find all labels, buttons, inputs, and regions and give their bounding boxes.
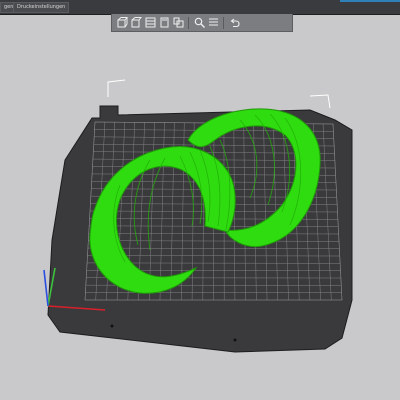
- undo-button[interactable]: [228, 17, 240, 29]
- undo-arrow-icon: [230, 18, 240, 28]
- main-toolbar: [111, 14, 293, 32]
- layers-icon: [208, 18, 218, 26]
- 3d-viewport[interactable]: [0, 0, 400, 400]
- magnifier-icon: [194, 17, 205, 28]
- copy-button[interactable]: [158, 17, 170, 29]
- arrange-button[interactable]: [144, 17, 156, 29]
- layers-button[interactable]: [207, 17, 219, 29]
- paste-icon: [173, 17, 183, 28]
- grid-arrange-icon: [145, 17, 155, 28]
- search-button[interactable]: [193, 17, 205, 29]
- delete-object-button[interactable]: [130, 17, 142, 29]
- toolbar-separator: [188, 16, 189, 29]
- copy-icon: [160, 17, 168, 28]
- z-axis-blue: [43, 269, 49, 307]
- add-object-button[interactable]: [116, 17, 128, 29]
- scene-svg: [43, 79, 353, 353]
- toolbar-separator: [223, 16, 224, 29]
- paste-button[interactable]: [172, 17, 184, 29]
- cube-delete-icon: [131, 17, 142, 28]
- cube-add-icon: [117, 17, 128, 28]
